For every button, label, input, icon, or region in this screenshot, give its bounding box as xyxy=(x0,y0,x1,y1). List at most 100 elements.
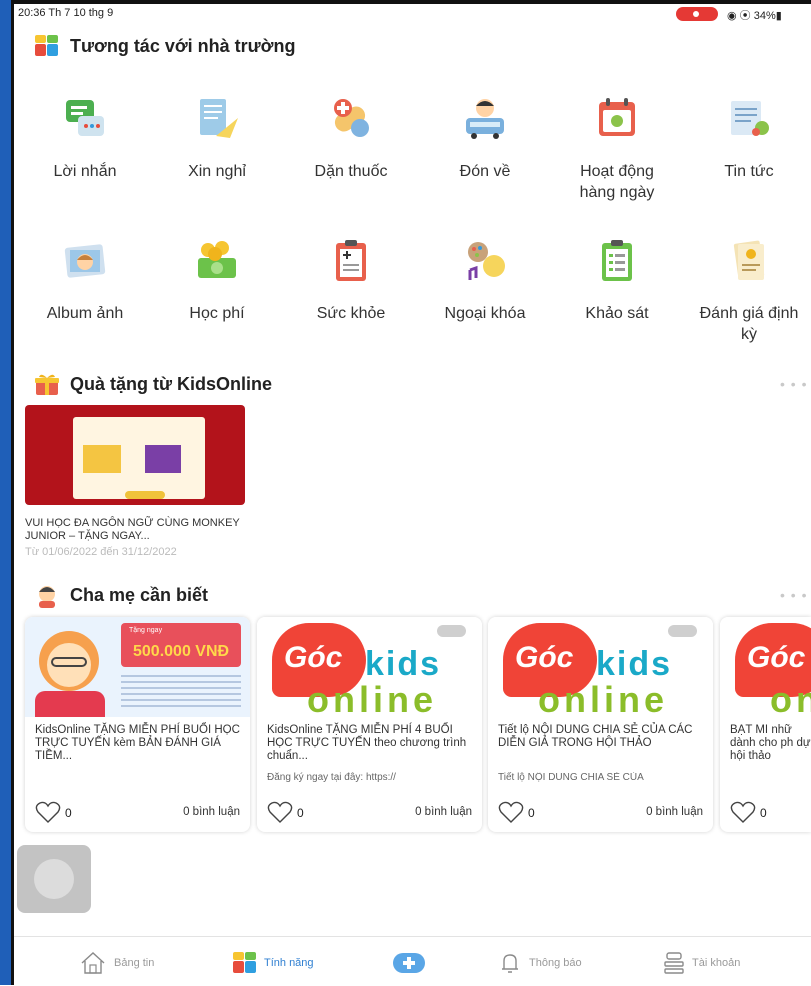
medicine-icon xyxy=(334,99,369,137)
brand-goc: Góc xyxy=(747,641,806,674)
photo-album-icon xyxy=(64,244,106,278)
like-button[interactable]: 0 xyxy=(498,801,535,825)
gift-box-yellow xyxy=(83,445,121,473)
feature-label: Học phí xyxy=(189,305,245,322)
news-title: KidsOnline TẶNG MIỄN PHÍ BUỔI HỌC TRỰC T… xyxy=(35,724,240,762)
news-image: Góc kids online xyxy=(257,617,482,720)
feature-khao-sat[interactable]: Khảo sát xyxy=(562,238,672,324)
heart-icon xyxy=(35,801,61,823)
feature-loi-nhan[interactable]: Lời nhắn xyxy=(30,96,140,182)
gift-icon xyxy=(35,374,59,395)
feature-label: Album ảnh xyxy=(46,305,124,322)
section-title-gift: Quà tặng từ KidsOnline xyxy=(70,374,273,394)
gift-box-purple xyxy=(145,445,181,473)
bell-icon xyxy=(502,954,518,973)
tuition-money-icon xyxy=(198,241,236,278)
news-card[interactable]: Tặng ngay 500.000 VNĐ KidsOnline TẶNG MI… xyxy=(25,617,250,832)
tab-label: Tính năng xyxy=(264,957,314,969)
parent-avatar-icon xyxy=(39,586,55,608)
calendar-icon xyxy=(599,98,635,136)
comments-link[interactable]: 0 bình luận xyxy=(183,806,240,818)
like-count: 0 xyxy=(760,806,767,820)
like-count: 0 xyxy=(65,806,72,820)
comments-link[interactable]: 0 bình luận xyxy=(646,806,703,818)
feature-label: Đánh giá định kỳ xyxy=(699,305,799,343)
feature-label: Đón về xyxy=(459,163,511,180)
news-card[interactable]: Góc onl BẬT MÍ nhữ dành cho ph dự hội th… xyxy=(720,617,811,832)
extracurricular-icon xyxy=(468,242,505,280)
more-gift-button[interactable]: • • • xyxy=(780,376,807,392)
feature-dan-thuoc[interactable]: Dặn thuốc xyxy=(296,96,406,182)
health-clipboard-icon xyxy=(336,240,366,281)
heart-icon xyxy=(267,801,293,823)
feature-suc-khoe[interactable]: Sức khỏe xyxy=(296,238,406,324)
comments-link[interactable]: 0 bình luận xyxy=(415,806,472,818)
feature-ngoai-khoa[interactable]: Ngoại khóa xyxy=(430,238,540,324)
bottom-nav: Bảng tin Tính năng Thông báo Tài khoản xyxy=(14,936,811,986)
brand-online: online xyxy=(538,679,668,720)
promo-amount: 500.000 VNĐ xyxy=(133,643,230,660)
gift-title: VUI HỌC ĐA NGÔN NGỮ CÙNG MONKEY JUNIOR –… xyxy=(25,517,240,542)
like-button[interactable]: 0 xyxy=(35,801,72,825)
news-title: Tiết lộ NỘI DUNG CHIA SẺ CỦA CÁC DIỄN GI… xyxy=(498,724,693,749)
gift-date: Từ 01/06/2022 đến 31/12/2022 xyxy=(25,546,177,558)
add-icon xyxy=(393,953,425,973)
like-count: 0 xyxy=(528,806,535,820)
brand-goc: Góc xyxy=(515,641,574,674)
feature-xin-nghi[interactable]: Xin nghỉ xyxy=(162,96,272,182)
news-subtitle: Tiết lộ NỘI DUNG CHIA SẺ CỦA xyxy=(498,772,644,783)
like-button[interactable]: 0 xyxy=(730,801,767,825)
feature-label: Ngoại khóa xyxy=(444,305,526,322)
feature-label: Tin tức xyxy=(724,163,774,180)
news-title: BẬT MÍ nhữ dành cho ph dự hội thảo xyxy=(730,724,811,762)
feature-album-anh[interactable]: Album ảnh xyxy=(30,238,140,324)
account-icon xyxy=(664,952,684,974)
status-time: 20:36 Th 7 10 thg 9 xyxy=(18,7,114,19)
feature-hoc-phi[interactable]: Học phí xyxy=(162,238,272,324)
heart-icon xyxy=(730,801,756,823)
gift-card[interactable]: VUI HỌC ĐA NGÔN NGỮ CÙNG MONKEY JUNIOR –… xyxy=(25,405,245,570)
news-subtitle: Đăng ký ngay tại đây: https:// xyxy=(267,772,396,783)
news-card[interactable]: Góc kids online KidsOnline TẶNG MIỄN PHÍ… xyxy=(257,617,482,832)
pickup-bus-icon xyxy=(466,99,504,139)
status-bar: 20:36 Th 7 10 thg 9 ◉ ⦿ 34%▮ xyxy=(14,4,811,22)
promo-banner-text: Tặng ngay xyxy=(129,627,163,634)
tab-label: Bảng tin xyxy=(114,957,155,969)
gift-image-button xyxy=(125,491,165,499)
feature-hoat-dong-hang-ngay[interactable]: Hoạt động hàng ngày xyxy=(562,96,672,203)
gift-banner-image xyxy=(25,405,245,505)
feature-label: Dặn thuốc xyxy=(314,163,388,180)
brand-online: online xyxy=(307,679,437,720)
device-frame-left xyxy=(11,0,14,985)
brand-tag xyxy=(436,625,466,637)
feature-danh-gia-dinh-ky[interactable]: Đánh giá định kỳ xyxy=(694,238,804,345)
brand-goc: Góc xyxy=(284,641,343,674)
feature-tin-tuc[interactable]: Tin tức xyxy=(694,96,804,182)
feature-don-ve[interactable]: Đón về xyxy=(430,96,540,182)
puzzle-icon xyxy=(35,35,58,56)
news-image: Tặng ngay 500.000 VNĐ xyxy=(25,617,250,717)
feature-label: Sức khỏe xyxy=(316,305,386,322)
news-image: Góc kids online xyxy=(488,617,713,720)
like-count: 0 xyxy=(297,806,304,820)
heart-icon xyxy=(498,801,524,823)
survey-icon xyxy=(602,240,632,281)
evaluation-icon xyxy=(733,240,765,280)
leave-request-icon xyxy=(200,99,238,138)
tab-label: Thông báo xyxy=(529,957,582,969)
status-right-info: ◉ ⦿ 34%▮ xyxy=(727,10,782,22)
features-icon xyxy=(233,952,256,973)
assistive-touch-button[interactable] xyxy=(17,845,91,913)
message-icon xyxy=(66,100,104,136)
news-icon xyxy=(731,101,769,136)
section-title-interact: Tương tác với nhà trường xyxy=(70,36,296,56)
like-button[interactable]: 0 xyxy=(267,801,304,825)
news-card[interactable]: Góc kids online Tiết lộ NỘI DUNG CHIA SẺ… xyxy=(488,617,713,832)
promo-shirt xyxy=(35,691,105,717)
feature-label: Khảo sát xyxy=(585,305,649,322)
feature-label: Xin nghỉ xyxy=(188,163,246,180)
news-title: KidsOnline TẶNG MIỄN PHÍ 4 BUỔI HỌC TRỰC… xyxy=(267,724,467,762)
feature-label: Hoạt động hàng ngày xyxy=(579,163,655,201)
more-parents-button[interactable]: • • • xyxy=(780,587,807,603)
section-title-parents: Cha mẹ cần biết xyxy=(70,585,209,605)
